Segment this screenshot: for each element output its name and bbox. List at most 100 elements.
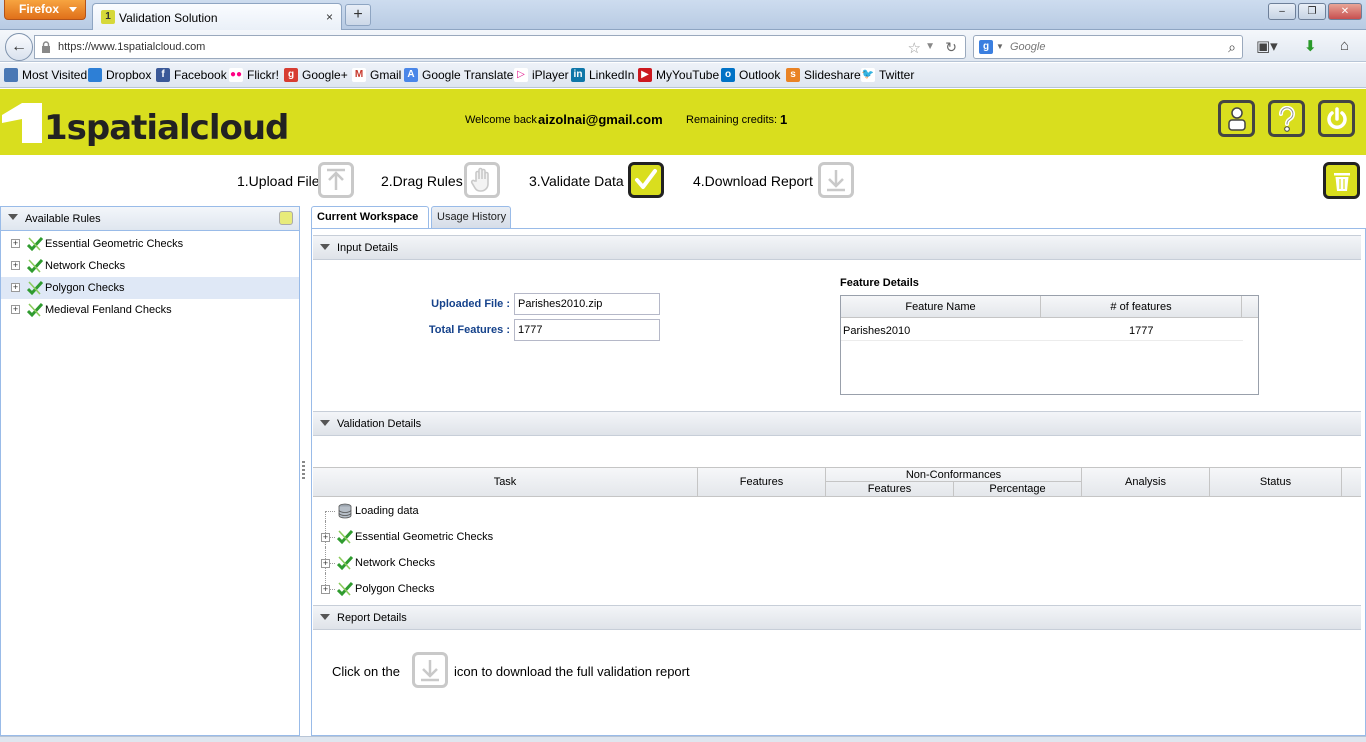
close-tab-icon[interactable]: × [326,10,333,24]
google-engine-icon[interactable]: g [979,40,993,54]
bookmark-googleplus[interactable]: g Google+ [284,68,348,82]
help-button[interactable] [1268,100,1305,137]
download-report-button[interactable] [412,652,448,688]
input-details-title: Input Details [337,242,399,254]
rule-item-polygon[interactable]: + Polygon Checks [1,277,299,299]
search-bar[interactable]: g ▼ Google ⌕ [973,35,1243,59]
total-features-label: Total Features : [428,324,510,336]
bookmark-flickr[interactable]: ●● Flickr! [229,68,279,82]
rule-item-medieval-fenland[interactable]: + Medieval Fenland Checks [1,299,299,321]
clear-workspace-button[interactable] [1323,162,1360,199]
bookmark-outlook[interactable]: o Outlook [721,68,780,82]
column-header-status[interactable]: Status [1210,468,1342,496]
bookmark-google-translate[interactable]: A Google Translate [404,68,513,82]
available-rules-title: Available Rules [25,213,101,225]
column-header-analysis[interactable]: Analysis [1082,468,1210,496]
input-details-header[interactable]: Input Details [313,235,1361,260]
uploaded-file-field[interactable]: Parishes2010.zip [514,293,660,315]
column-header-nc-features[interactable]: Features [826,482,954,496]
outlook-icon: o [721,68,735,82]
collapse-section-icon[interactable] [320,614,330,620]
bookmark-facebook[interactable]: f Facebook [156,68,227,82]
user-profile-button[interactable] [1218,100,1255,137]
expand-icon[interactable]: + [321,533,330,542]
collapse-section-icon[interactable] [320,420,330,426]
validation-details-header[interactable]: Validation Details [313,411,1361,436]
collapse-panel-icon[interactable] [8,214,18,220]
search-icon[interactable]: ⌕ [1228,39,1236,56]
downloads-icon[interactable]: ⬇ [1304,37,1317,55]
navigation-toolbar: ← https://www.1spatialcloud.com ☆ ▼ ↻ g … [0,30,1366,62]
tree-node-label: Loading data [355,505,419,517]
rule-item-label: Network Checks [45,260,126,272]
dropbox-icon [88,68,102,82]
logout-button[interactable] [1318,100,1355,137]
collapse-section-icon[interactable] [320,244,330,250]
expand-icon[interactable]: + [11,283,20,292]
step-upload-button[interactable] [318,162,354,198]
feature-name-cell: Parishes2010 [843,325,911,337]
column-header-nc-percentage[interactable]: Percentage [954,482,1082,496]
expand-icon[interactable]: + [11,239,20,248]
firefox-menu-button[interactable]: Firefox [4,0,86,20]
url-bar[interactable]: https://www.1spatialcloud.com ☆ ▼ ↻ [34,35,966,59]
bookmark-youtube[interactable]: ▶ MyYouTube [638,68,719,82]
bookmark-gmail[interactable]: M Gmail [352,68,401,82]
total-features-field[interactable]: 1777 [514,319,660,341]
linkedin-icon: in [571,68,585,82]
user-email: aizolnai@gmail.com [538,112,663,127]
report-details-header[interactable]: Report Details [313,605,1361,630]
minimize-button[interactable]: – [1268,3,1296,20]
bookmark-iplayer[interactable]: ▷ iPlayer [514,68,569,82]
tab-usage-history[interactable]: Usage History [431,206,511,228]
expand-icon[interactable]: + [321,585,330,594]
step-download-label: 4.Download Report [693,173,813,189]
current-workspace: Input Details Uploaded File : Parishes20… [311,228,1366,736]
bookmark-linkedin[interactable]: in LinkedIn [571,68,634,82]
bookmarks-menu-icon[interactable]: ▣▾ [1256,37,1278,55]
validation-details-title: Validation Details [337,418,422,430]
step-validate-button[interactable] [628,162,664,198]
url-text: https://www.1spatialcloud.com [58,41,206,53]
chevron-down-icon [69,7,77,12]
refresh-icon[interactable] [279,211,293,225]
rule-item-network[interactable]: + Network Checks [1,255,299,277]
browser-tab[interactable]: 1 Validation Solution × [92,3,342,30]
lock-icon [42,41,50,53]
upload-arrow-icon [327,168,345,190]
validation-grid-header: Task Features Non-Conformances Features … [313,467,1361,497]
maximize-button[interactable]: ❐ [1298,3,1326,20]
rule-item-essential-geometric[interactable]: + Essential Geometric Checks [1,233,299,255]
close-window-button[interactable]: ✕ [1328,3,1362,20]
column-header-features[interactable]: Features [698,468,826,496]
report-details-title: Report Details [337,612,407,624]
download-arrow-icon [421,660,439,682]
feature-details-title: Feature Details [840,277,919,289]
reload-icon[interactable]: ↻ [945,39,957,56]
panel-splitter[interactable] [301,206,309,736]
welcome-label: Welcome back [465,114,537,126]
new-tab-button[interactable]: + [345,4,371,26]
step-download-button[interactable] [818,162,854,198]
step-drag-button[interactable] [464,162,500,198]
expand-icon[interactable]: + [321,559,330,568]
bookmark-star-icon[interactable]: ☆ [908,39,921,57]
bookmark-slideshare[interactable]: s Slideshare [786,68,861,82]
home-icon[interactable]: ⌂ [1340,37,1349,54]
bookmark-dropbox[interactable]: Dropbox [88,68,151,82]
rule-check-icon [27,258,43,274]
expand-icon[interactable]: + [11,261,20,270]
bookmark-twitter[interactable]: 🐦 Twitter [861,68,914,82]
bookmark-most-visited[interactable]: Most Visited [4,68,87,82]
url-dropdown-icon[interactable]: ▼ [925,41,935,52]
column-header-task[interactable]: Task [313,468,698,496]
column-header-feature-name[interactable]: Feature Name [841,296,1041,318]
credits-label: Remaining credits: [686,114,778,126]
column-header-feature-count[interactable]: # of features [1041,296,1242,318]
power-icon [1326,106,1347,129]
expand-icon[interactable]: + [11,305,20,314]
tab-current-workspace[interactable]: Current Workspace [311,206,429,229]
engine-dropdown-icon[interactable]: ▼ [996,42,1004,51]
tree-node-label: Polygon Checks [355,583,435,595]
back-button[interactable]: ← [5,33,33,61]
